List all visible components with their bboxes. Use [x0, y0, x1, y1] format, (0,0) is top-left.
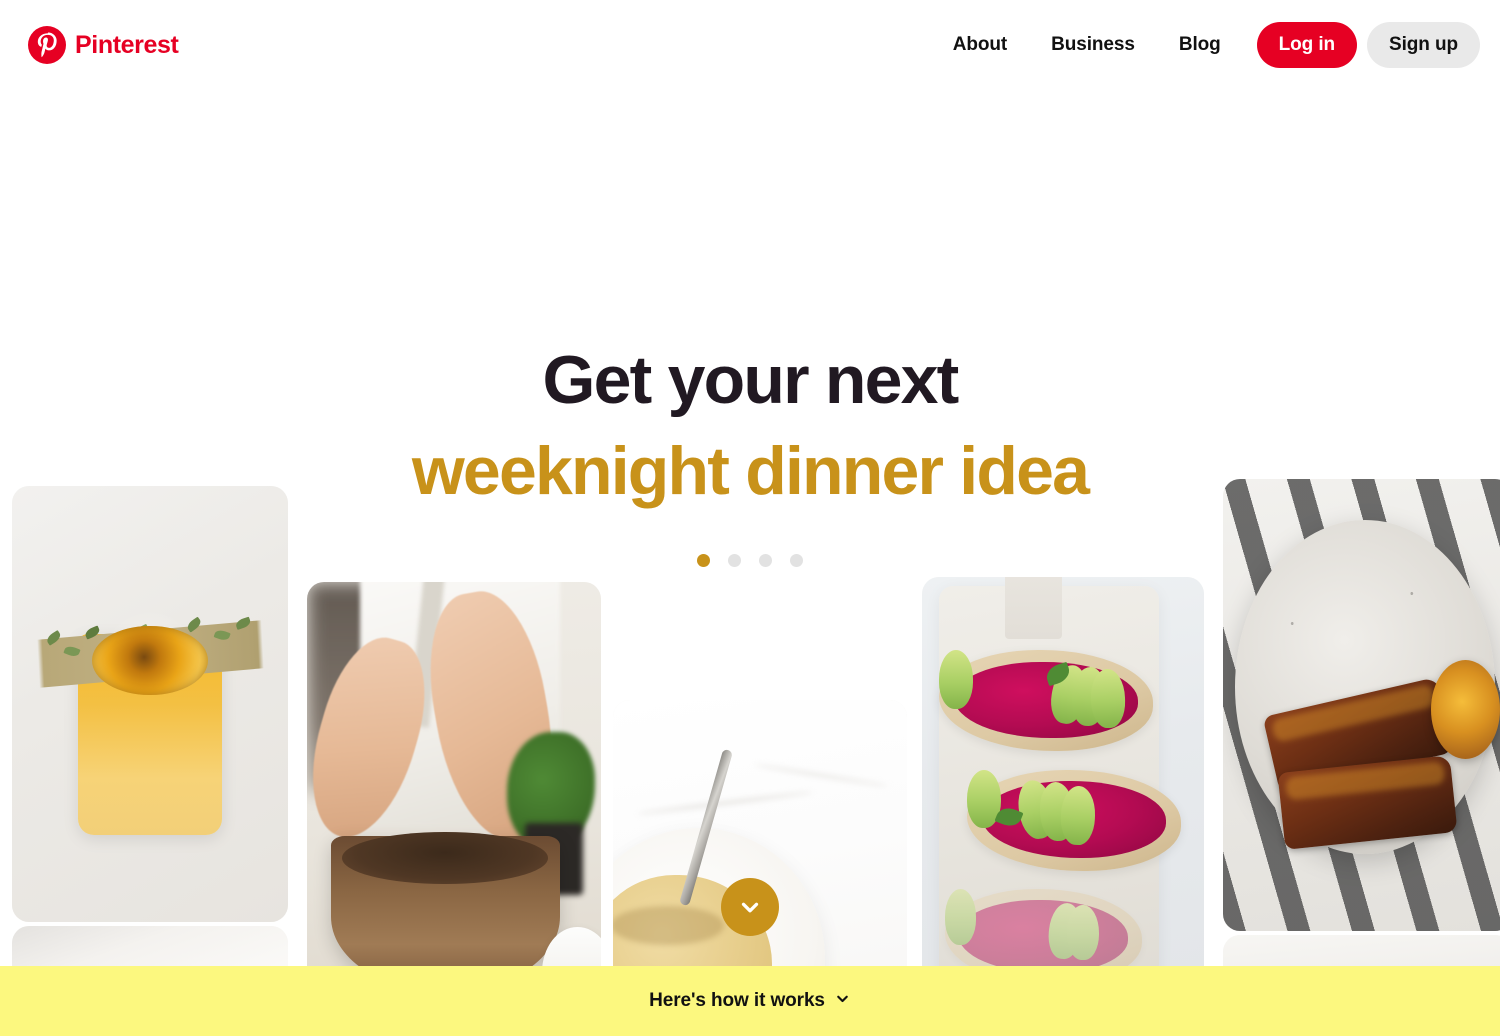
signup-button[interactable]: Sign up	[1367, 22, 1480, 68]
gallery-image-cocktail[interactable]	[12, 486, 288, 922]
carousel-dot-2[interactable]	[728, 554, 741, 567]
carousel-dot-3[interactable]	[759, 554, 772, 567]
gallery-image-spiced-chicken[interactable]	[1223, 479, 1500, 931]
how-it-works-label: Here's how it works	[649, 990, 825, 1011]
carousel-dot-1[interactable]	[697, 554, 710, 567]
carousel-dot-4[interactable]	[790, 554, 803, 567]
chevron-down-icon	[834, 990, 851, 1013]
photo-cocktail	[12, 486, 288, 922]
pinterest-logo-icon	[28, 26, 66, 64]
nav-link-blog[interactable]: Blog	[1157, 22, 1243, 68]
nav-link-business[interactable]: Business	[1029, 22, 1157, 68]
how-it-works-label-wrap: Here's how it works	[649, 990, 851, 1013]
site-header: Pinterest About Business Blog Log in Sig…	[0, 0, 1500, 92]
image-gallery	[0, 0, 1500, 1036]
brand-name: Pinterest	[75, 30, 179, 59]
pinterest-landing-page: Pinterest About Business Blog Log in Sig…	[0, 0, 1500, 1036]
photo-spiced-chicken	[1223, 479, 1500, 931]
nav-link-about[interactable]: About	[931, 22, 1029, 68]
login-button[interactable]: Log in	[1256, 22, 1358, 68]
chevron-down-icon	[737, 894, 763, 920]
pinterest-logo[interactable]: Pinterest	[28, 26, 179, 64]
carousel-dots	[0, 554, 1500, 567]
main-nav: About Business Blog Log in Sign up	[931, 22, 1480, 68]
how-it-works-bar[interactable]: Here's how it works	[0, 966, 1500, 1036]
scroll-down-button[interactable]	[721, 878, 779, 936]
thyme-sprig	[26, 616, 274, 689]
